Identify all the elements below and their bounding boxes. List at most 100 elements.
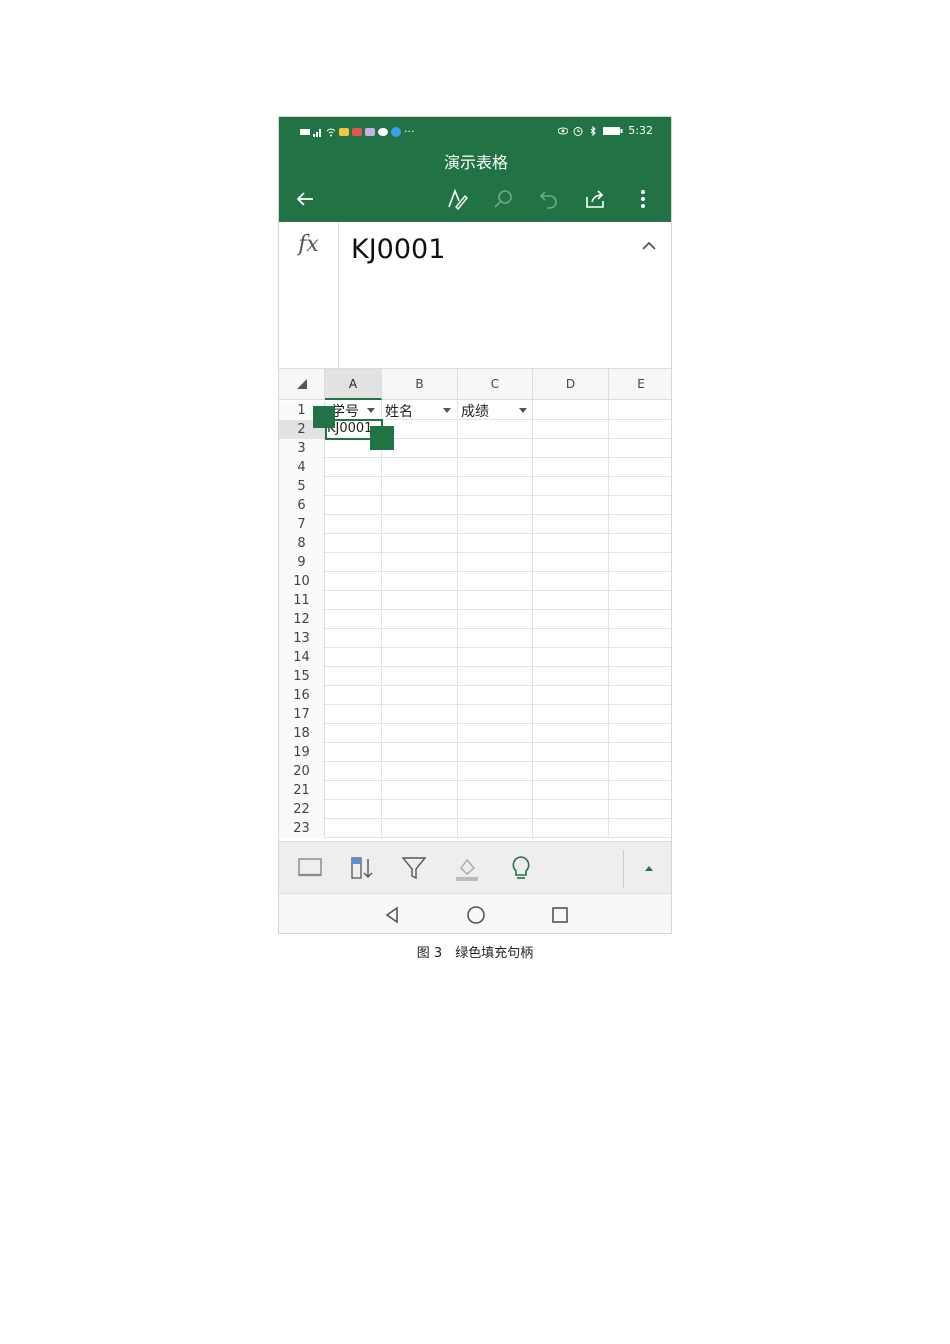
filter-button[interactable] [397, 852, 431, 884]
sort-button[interactable] [345, 852, 379, 884]
row-header[interactable]: 8 [279, 534, 325, 553]
row-header[interactable]: 9 [279, 553, 325, 572]
row-header[interactable]: 3 [279, 439, 325, 458]
search-icon [494, 190, 512, 208]
sort-icon [351, 857, 373, 879]
filter-dropdown-icon[interactable] [367, 408, 375, 413]
phone-screen: ··· 5:32 演示表格 fx KJ0001 A B C D E 1 2 3 … [278, 116, 672, 934]
grid-line [325, 837, 671, 838]
cell-c1[interactable]: 成绩 [461, 401, 521, 419]
battery-icon [603, 126, 623, 135]
grid-line [325, 609, 671, 610]
row-header[interactable]: 13 [279, 629, 325, 648]
eye-icon [558, 127, 569, 134]
row-header[interactable]: 5 [279, 477, 325, 496]
filter-dropdown-icon[interactable] [443, 408, 451, 413]
row-header[interactable]: 12 [279, 610, 325, 629]
app-notification-icon [339, 127, 349, 136]
pen-draw-icon [448, 188, 468, 211]
grid-line [325, 571, 671, 572]
row-header[interactable]: 11 [279, 591, 325, 610]
bluetooth-icon [590, 125, 597, 136]
more-vertical-icon [641, 190, 645, 208]
row-header[interactable]: 18 [279, 724, 325, 743]
hd-icon [300, 128, 310, 135]
status-right: 5:32 [558, 124, 653, 137]
tell-me-button[interactable] [504, 852, 538, 884]
row-header[interactable]: 23 [279, 819, 325, 838]
column-header-d[interactable]: D [533, 369, 609, 400]
row-header[interactable]: 4 [279, 458, 325, 477]
share-icon [586, 190, 604, 208]
app-header: ··· 5:32 演示表格 [279, 117, 671, 222]
screen-icon [298, 858, 322, 877]
row-header[interactable]: 14 [279, 648, 325, 667]
app-notification-icon [352, 127, 362, 136]
grid-line [325, 780, 671, 781]
expand-toolbar-button[interactable] [632, 852, 666, 884]
status-left: ··· [300, 125, 415, 138]
row-header[interactable]: 20 [279, 762, 325, 781]
grid-line [325, 552, 671, 553]
undo-button[interactable] [531, 181, 567, 217]
signal-icon [313, 128, 321, 137]
lightbulb-icon [512, 856, 530, 879]
view-button[interactable] [293, 852, 327, 884]
select-all-corner[interactable] [279, 369, 325, 400]
column-header-e[interactable]: E [609, 369, 671, 400]
fill-handle[interactable] [370, 426, 394, 450]
top-toolbar [279, 181, 671, 221]
selection-handle-top-left[interactable] [313, 406, 335, 428]
back-button[interactable] [287, 181, 323, 217]
row-header[interactable]: 17 [279, 705, 325, 724]
column-header-b[interactable]: B [382, 369, 458, 400]
grid-line [325, 495, 671, 496]
row-header[interactable]: 19 [279, 743, 325, 762]
grid-line [325, 647, 671, 648]
toolbar-divider [623, 850, 624, 888]
cell-b1[interactable]: 姓名 [385, 401, 445, 419]
row-header[interactable]: 7 [279, 515, 325, 534]
row-header[interactable]: 22 [279, 800, 325, 819]
fill-color-button[interactable] [450, 852, 484, 884]
column-header-a[interactable]: A [325, 369, 382, 400]
grid-line [325, 514, 671, 515]
alarm-icon [573, 126, 583, 136]
filter-dropdown-icon[interactable] [519, 408, 527, 413]
recents-square-icon[interactable] [549, 904, 571, 926]
grid-line [325, 799, 671, 800]
row-header[interactable]: 6 [279, 496, 325, 515]
search-button[interactable] [485, 181, 521, 217]
grid-line [381, 400, 382, 839]
grid-line [457, 400, 458, 839]
share-button[interactable] [577, 181, 613, 217]
select-all-triangle-icon [297, 379, 307, 389]
back-triangle-icon[interactable] [381, 904, 403, 926]
column-header-c[interactable]: C [458, 369, 533, 400]
row-header[interactable]: 21 [279, 781, 325, 800]
more-button[interactable] [625, 181, 661, 217]
grid-line [325, 685, 671, 686]
expand-up-icon [645, 866, 653, 871]
row-header[interactable]: 16 [279, 686, 325, 705]
home-circle-icon[interactable] [465, 904, 487, 926]
wifi-icon [326, 128, 336, 136]
grid-line [532, 400, 533, 839]
formula-input[interactable]: KJ0001 [351, 234, 445, 265]
row-header[interactable]: 10 [279, 572, 325, 591]
undo-icon [539, 191, 557, 209]
grid-line [325, 590, 671, 591]
filter-icon [401, 857, 427, 880]
cell-a1[interactable]: 学号 [331, 401, 371, 419]
chevron-up-icon[interactable] [639, 236, 659, 256]
spreadsheet-grid[interactable]: A B C D E 1 2 3 4 5 6 7 8 9 10 11 12 13 … [279, 369, 671, 839]
draw-button[interactable] [439, 181, 475, 217]
grid-line [325, 723, 671, 724]
grid-line [325, 742, 671, 743]
grid-line [608, 400, 609, 839]
chat-icon [378, 127, 388, 136]
fx-label[interactable]: fx [279, 222, 339, 368]
row-header[interactable]: 15 [279, 667, 325, 686]
app-notification-icon [391, 126, 401, 137]
grid-line [325, 457, 671, 458]
